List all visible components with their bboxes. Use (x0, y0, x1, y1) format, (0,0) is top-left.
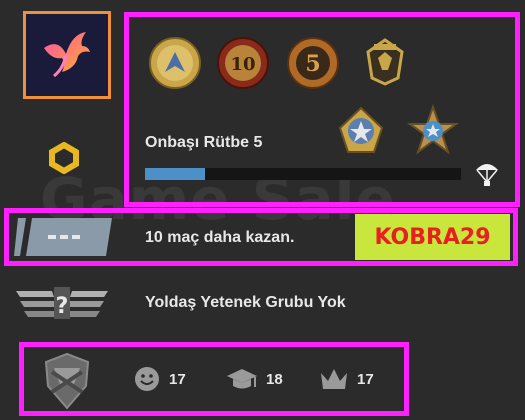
ten-year-veteran-coin-icon[interactable]: 10 (216, 36, 270, 90)
profile-level-ring-icon (49, 142, 79, 174)
promo-code-badge: KOBRA29 (355, 214, 510, 260)
commend-friendly: 17 (133, 364, 186, 394)
unranked-competitive-icon (14, 218, 112, 256)
service-medal-blue-icon[interactable] (406, 104, 460, 158)
svg-text:?: ? (56, 294, 69, 319)
global-offensive-badge-icon[interactable] (358, 34, 412, 88)
commend-teacher: 18 (226, 364, 283, 394)
wingman-skill-group-icon: ? (16, 287, 108, 319)
xp-progress-fill (145, 168, 206, 180)
five-year-coin-icon[interactable]: 5 (286, 36, 340, 90)
leader-count: 17 (357, 370, 374, 388)
crown-icon (321, 369, 347, 389)
rank-name: Onbaşı Rütbe 5 (145, 134, 263, 151)
friendly-count: 17 (169, 370, 186, 388)
svg-text:10: 10 (230, 54, 255, 75)
wins-needed-text: 10 maç daha kazan. (145, 229, 295, 246)
parachute-icon[interactable] (474, 158, 500, 188)
five-year-veteran-coin-icon[interactable] (148, 36, 202, 90)
commendation-badge-icon (44, 352, 90, 410)
svg-text:5: 5 (305, 51, 320, 77)
profile-avatar[interactable] (23, 11, 111, 99)
service-medal-silver-icon[interactable] (334, 104, 388, 158)
bird-logo-icon (44, 32, 90, 78)
smiley-icon (135, 367, 159, 391)
skill-group-text: Yoldaş Yetenek Grubu Yok (145, 294, 346, 311)
teacher-count: 18 (266, 370, 283, 388)
xp-progress-bar (145, 168, 461, 180)
commend-leader: 17 (319, 364, 374, 394)
graduation-cap-icon (227, 369, 257, 389)
